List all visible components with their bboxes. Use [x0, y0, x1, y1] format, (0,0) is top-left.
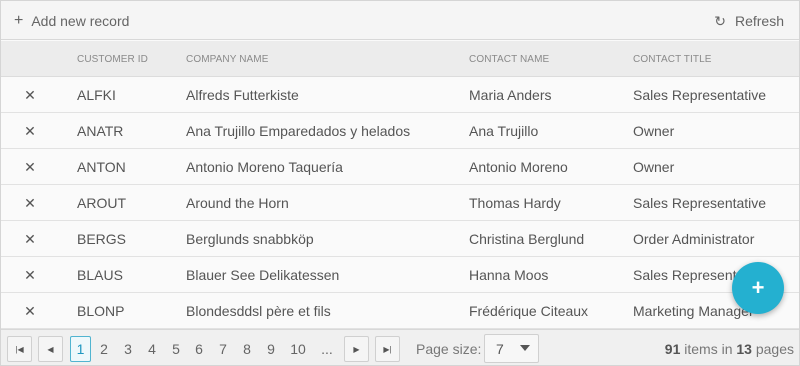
grid-toolbar: + Add new record ↻ Refresh	[1, 1, 799, 40]
plus-icon: +	[751, 275, 765, 300]
page-number[interactable]: 9	[261, 336, 281, 362]
cell-company-name: Antonio Moreno Taquería	[186, 159, 343, 175]
cell-company-name: Blauer See Delikatessen	[186, 267, 340, 283]
last-page-icon: ▶|	[383, 344, 392, 354]
delete-icon[interactable]: ✕	[23, 257, 37, 293]
refresh-label: Refresh	[734, 12, 784, 29]
page-number[interactable]: 3	[118, 336, 138, 362]
column-header-contact-name[interactable]: CONTACT NAME	[469, 41, 549, 77]
plus-icon: +	[14, 11, 24, 29]
delete-icon[interactable]: ✕	[23, 77, 37, 113]
cell-contact-name: Frédérique Citeaux	[469, 303, 589, 319]
total-items-count: 91	[664, 341, 681, 357]
cell-contact-title: Sales Representative	[633, 195, 767, 211]
cell-contact-name: Maria Anders	[469, 87, 552, 103]
page-number[interactable]: 6	[189, 336, 209, 362]
cell-customer-id: BLONP	[77, 303, 125, 319]
previous-page-button[interactable]: ◀	[38, 336, 63, 362]
page-number[interactable]: 5	[166, 336, 186, 362]
more-pages-ellipsis[interactable]: ...	[317, 336, 337, 362]
cell-company-name: Alfreds Futterkiste	[186, 87, 299, 103]
column-header-contact-title[interactable]: CONTACT TITLE	[633, 41, 712, 77]
page-size-select[interactable]: 7	[484, 334, 539, 363]
refresh-icon: ↻	[714, 12, 726, 29]
table-row[interactable]: ✕ BERGS Berglunds snabbköp Christina Ber…	[1, 221, 799, 257]
cell-contact-name: Hanna Moos	[469, 267, 549, 283]
customers-grid: + Add new record ↻ Refresh CUSTOMER ID C…	[0, 0, 800, 366]
table-row[interactable]: ✕ ANATR Ana Trujillo Emparedados y helad…	[1, 113, 799, 149]
cell-contact-name: Thomas Hardy	[469, 195, 561, 211]
cell-customer-id: ALFKI	[77, 87, 116, 103]
cell-customer-id: BLAUS	[77, 267, 123, 283]
cell-contact-title: Order Administrator	[633, 231, 755, 247]
add-new-record-label: Add new record	[31, 12, 130, 29]
grid-body: ✕ ALFKI Alfreds Futterkiste Maria Anders…	[1, 77, 799, 329]
page-number[interactable]: 7	[213, 336, 233, 362]
table-row[interactable]: ✕ BLAUS Blauer See Delikatessen Hanna Mo…	[1, 257, 799, 293]
table-row[interactable]: ✕ BLONP Blondesddsl père et fils Frédéri…	[1, 293, 799, 329]
first-page-button[interactable]: |◀	[7, 336, 32, 362]
grid-header: CUSTOMER ID COMPANY NAME CONTACT NAME CO…	[1, 41, 799, 77]
cell-customer-id: BERGS	[77, 231, 127, 247]
table-row[interactable]: ✕ ANTON Antonio Moreno Taquería Antonio …	[1, 149, 799, 185]
cell-contact-name: Antonio Moreno	[469, 159, 568, 175]
column-header-customer-id[interactable]: CUSTOMER ID	[77, 41, 148, 77]
cell-contact-title: Sales Representative	[633, 87, 767, 103]
cell-contact-title: Owner	[633, 123, 675, 139]
cell-company-name: Around the Horn	[186, 195, 289, 211]
cell-company-name: Berglunds snabbköp	[186, 231, 314, 247]
cell-contact-title: Owner	[633, 159, 675, 175]
items-in-text: items in	[684, 341, 733, 357]
delete-icon[interactable]: ✕	[23, 113, 37, 149]
page-number[interactable]: 8	[237, 336, 257, 362]
add-fab-button[interactable]: +	[732, 262, 784, 314]
add-new-record-button[interactable]: + Add new record	[14, 1, 129, 40]
last-page-button[interactable]: ▶|	[375, 336, 400, 362]
total-pages-count: 13	[736, 341, 752, 357]
page-number[interactable]: 10	[288, 336, 308, 362]
delete-icon[interactable]: ✕	[23, 185, 37, 221]
table-row[interactable]: ✕ AROUT Around the Horn Thomas Hardy Sal…	[1, 185, 799, 221]
first-page-icon: |◀	[15, 344, 24, 354]
delete-icon[interactable]: ✕	[23, 221, 37, 257]
next-page-icon: ▶	[353, 344, 360, 354]
cell-customer-id: AROUT	[77, 195, 126, 211]
next-page-button[interactable]: ▶	[344, 336, 369, 362]
previous-page-icon: ◀	[47, 344, 54, 354]
cell-customer-id: ANTON	[77, 159, 126, 175]
pager-info: 91 items in 13 pages	[665, 336, 794, 362]
cell-customer-id: ANATR	[77, 123, 124, 139]
cell-contact-name: Ana Trujillo	[469, 123, 539, 139]
table-row[interactable]: ✕ ALFKI Alfreds Futterkiste Maria Anders…	[1, 77, 799, 113]
chevron-down-icon	[520, 345, 530, 351]
cell-company-name: Ana Trujillo Emparedados y helados	[186, 123, 411, 139]
cell-company-name: Blondesddsl père et fils	[186, 303, 331, 319]
pager: |◀ ◀ 1 2 3 4 5 6 7 8 9 10 ... ▶ ▶| Page …	[1, 329, 799, 365]
page-size-value: 7	[496, 340, 504, 357]
delete-icon[interactable]: ✕	[23, 149, 37, 185]
column-header-company-name[interactable]: COMPANY NAME	[186, 41, 269, 77]
cell-contact-name: Christina Berglund	[469, 231, 585, 247]
refresh-button[interactable]: ↻ Refresh	[714, 1, 784, 40]
page-number[interactable]: 2	[94, 336, 114, 362]
page-number[interactable]: 4	[142, 336, 162, 362]
pages-text: pages	[755, 341, 794, 357]
delete-icon[interactable]: ✕	[23, 293, 37, 329]
page-number-current[interactable]: 1	[70, 336, 91, 362]
page-size-label: Page size:	[416, 341, 482, 357]
